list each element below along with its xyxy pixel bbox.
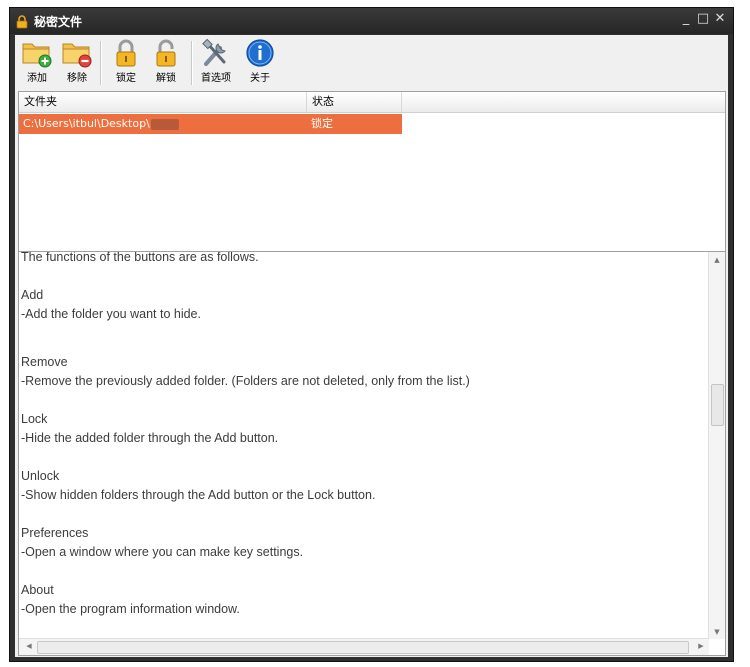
help-remove-desc: -Remove the previously added folder. (Fo… bbox=[21, 374, 470, 388]
redacted-mark bbox=[150, 118, 179, 130]
tools-icon bbox=[202, 38, 226, 66]
app-window: 秘密文件 _ □ ✕ 添加 移除 锁定 解锁 首选项 关于 文件夹 状态 C:\… bbox=[9, 7, 734, 662]
horizontal-scroll-thumb[interactable] bbox=[37, 641, 689, 654]
folder-remove-icon bbox=[62, 43, 92, 68]
scroll-up-arrow-icon[interactable]: ▲ bbox=[709, 256, 725, 264]
preferences-label: 首选项 bbox=[201, 73, 231, 84]
help-unlock-title: Unlock bbox=[21, 469, 60, 483]
help-preferences-desc: -Open a window where you can make key se… bbox=[21, 545, 304, 559]
scroll-left-arrow-icon[interactable]: ◀ bbox=[21, 642, 37, 650]
folder-add-icon bbox=[22, 43, 52, 68]
add-label: 添加 bbox=[27, 73, 47, 84]
add-button[interactable]: 添加 bbox=[17, 38, 57, 88]
row-folder-path: C:\Users\itbul\Desktop\ bbox=[23, 114, 179, 134]
help-about-desc: -Open the program information window. bbox=[21, 602, 240, 616]
help-intro: The functions of the buttons are as foll… bbox=[21, 251, 259, 264]
column-header-status[interactable]: 状态 bbox=[307, 92, 402, 112]
about-label: 关于 bbox=[250, 73, 270, 84]
help-remove-title: Remove bbox=[21, 355, 68, 369]
toolbar-separator bbox=[100, 41, 102, 85]
client-area: 添加 移除 锁定 解锁 首选项 关于 文件夹 状态 C:\Users\itbul… bbox=[15, 35, 728, 657]
unlock-label: 解锁 bbox=[156, 73, 176, 84]
lock-label: 锁定 bbox=[116, 73, 136, 84]
help-text-area[interactable]: The functions of the buttons are as foll… bbox=[18, 251, 726, 656]
help-preferences-title: Preferences bbox=[21, 526, 89, 540]
window-title: 秘密文件 bbox=[34, 15, 83, 29]
scroll-down-arrow-icon[interactable]: ▼ bbox=[709, 628, 725, 636]
help-unlock-desc: -Show hidden folders through the Add but… bbox=[21, 488, 376, 502]
vertical-scrollbar[interactable]: ▲ ▼ bbox=[708, 252, 725, 639]
row-status: 锁定 bbox=[311, 117, 333, 130]
about-button[interactable]: 关于 bbox=[240, 38, 280, 88]
minimize-button[interactable]: _ bbox=[678, 11, 694, 26]
remove-button[interactable]: 移除 bbox=[57, 38, 97, 88]
lock-button[interactable]: 锁定 bbox=[106, 38, 146, 88]
lock-open-icon bbox=[156, 39, 176, 67]
column-header-folder[interactable]: 文件夹 bbox=[19, 92, 307, 112]
app-lock-icon bbox=[16, 14, 28, 33]
folder-list[interactable]: 文件夹 状态 C:\Users\itbul\Desktop\ 锁定 bbox=[18, 91, 726, 252]
toolbar-separator bbox=[191, 41, 193, 85]
help-lock-title: Lock bbox=[21, 412, 48, 426]
help-about-title: About bbox=[21, 583, 54, 597]
remove-label: 移除 bbox=[67, 73, 87, 84]
table-row[interactable]: C:\Users\itbul\Desktop\ 锁定 bbox=[19, 114, 402, 134]
lock-closed-icon bbox=[116, 39, 136, 67]
horizontal-scrollbar[interactable]: ◀ ▶ bbox=[19, 638, 709, 655]
help-lock-desc: -Hide the added folder through the Add b… bbox=[21, 431, 279, 445]
preferences-button[interactable]: 首选项 bbox=[196, 38, 236, 88]
maximize-button[interactable]: □ bbox=[695, 11, 711, 26]
toolbar: 添加 移除 锁定 解锁 首选项 关于 bbox=[15, 35, 728, 91]
info-icon bbox=[246, 39, 274, 67]
unlock-button[interactable]: 解锁 bbox=[146, 38, 186, 88]
scroll-right-arrow-icon[interactable]: ▶ bbox=[693, 642, 709, 650]
close-button[interactable]: ✕ bbox=[712, 11, 728, 26]
vertical-scroll-thumb[interactable] bbox=[711, 384, 724, 426]
list-header: 文件夹 状态 bbox=[19, 92, 725, 113]
title-bar[interactable]: 秘密文件 _ □ ✕ bbox=[10, 8, 733, 34]
help-add-title: Add bbox=[21, 288, 44, 302]
help-add-desc: -Add the folder you want to hide. bbox=[21, 307, 201, 321]
